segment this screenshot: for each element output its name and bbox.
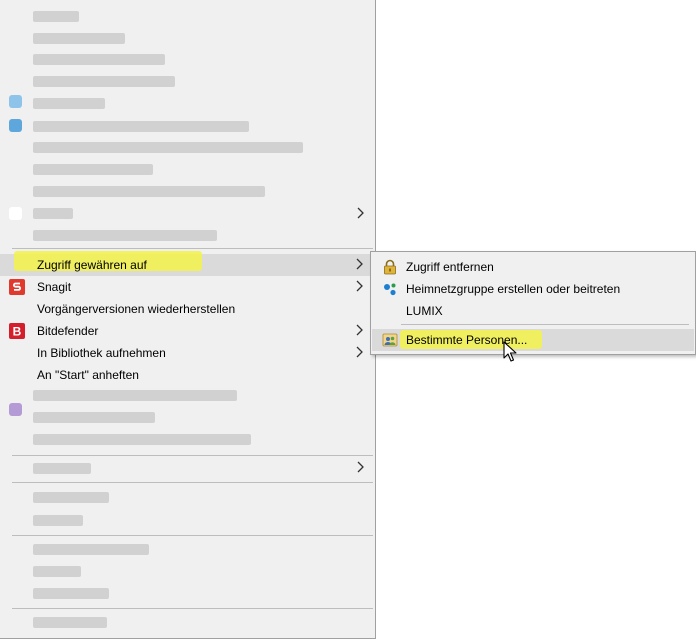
chevron-right-icon (356, 258, 363, 270)
menu-item-start-anheften[interactable]: An "Start" anheften (0, 364, 374, 386)
chevron-right-icon (356, 280, 363, 292)
chevron-right-icon (356, 346, 363, 358)
chevron-right-icon (357, 461, 364, 473)
menu-separator (12, 248, 373, 249)
submenu-item-label: LUMIX (406, 304, 443, 318)
context-menu: Zugriff gewähren auf Snagit Vorgängerver… (0, 0, 376, 639)
submenu-separator (401, 324, 689, 325)
menu-item-label: Bitdefender (37, 324, 99, 338)
lock-icon (384, 259, 396, 275)
submenu-zugriff: Zugriff entfernen Heimnetzgruppe erstell… (370, 251, 696, 355)
submenu-item-label: Zugriff entfernen (406, 260, 494, 274)
menu-item-bibliothek[interactable]: In Bibliothek aufnehmen (0, 342, 374, 364)
chevron-right-icon (357, 207, 364, 219)
submenu-item-zugriff-entfernen[interactable]: Zugriff entfernen (372, 256, 694, 278)
submenu-item-heimnetzgruppe[interactable]: Heimnetzgruppe erstellen oder beitreten (372, 278, 694, 300)
menu-item-zugriff-gewaehren[interactable]: Zugriff gewähren auf (0, 251, 374, 276)
menu-item-label: Zugriff gewähren auf (37, 258, 147, 272)
menu-item-label: In Bibliothek aufnehmen (37, 346, 166, 360)
people-icon (382, 333, 398, 347)
menu-item-snagit[interactable]: Snagit (0, 276, 374, 298)
snagit-icon (9, 279, 25, 295)
submenu-item-label: Heimnetzgruppe erstellen oder beitreten (406, 282, 621, 296)
menu-item-label: An "Start" anheften (37, 368, 139, 382)
submenu-item-lumix[interactable]: LUMIX (372, 300, 694, 322)
homegroup-icon (384, 283, 396, 296)
chevron-right-icon (356, 324, 363, 336)
submenu-item-bestimmte-personen[interactable]: Bestimmte Personen... (372, 329, 694, 351)
mouse-cursor-icon (503, 341, 517, 362)
menu-item-bitdefender[interactable]: B Bitdefender (0, 320, 374, 342)
bitdefender-icon: B (9, 323, 25, 339)
svg-text:B: B (13, 325, 22, 339)
menu-item-label: Snagit (37, 280, 72, 294)
menu-item-vorgaengerversionen[interactable]: Vorgängerversionen wiederherstellen (0, 298, 374, 320)
menu-item-label: Vorgängerversionen wiederherstellen (37, 302, 236, 316)
